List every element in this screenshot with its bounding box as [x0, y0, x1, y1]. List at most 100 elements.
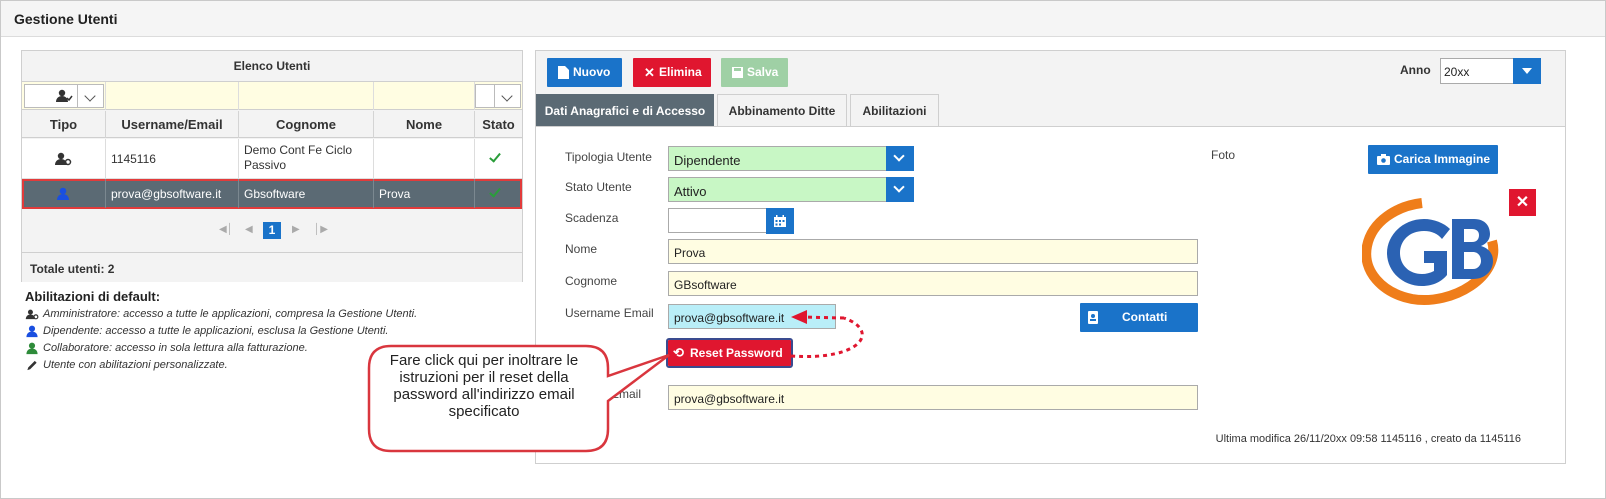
- new-file-icon: [558, 66, 569, 79]
- calendar-button[interactable]: [766, 208, 794, 234]
- nuovo-label: Nuovo: [573, 65, 611, 79]
- check-icon: [489, 150, 501, 163]
- row-nome-cell: [374, 139, 475, 178]
- row-stato-cell: [475, 139, 522, 178]
- gb-logo-image: [1362, 198, 1499, 305]
- table-header: Tipo Username/Email Cognome Nome Stato: [22, 111, 522, 138]
- foto-label: Foto: [1211, 148, 1236, 162]
- column-header-username[interactable]: Username/Email: [106, 111, 239, 138]
- table-row-selected[interactable]: prova@gbsoftware.it Gbsoftware Prova: [22, 179, 522, 209]
- next-page-icon[interactable]: ▶: [292, 224, 300, 235]
- tipologia-dropdown-button[interactable]: [886, 146, 914, 171]
- tab-abbinamento-ditte[interactable]: Abbinamento Ditte: [717, 94, 847, 126]
- cognome-input[interactable]: GBsoftware: [668, 271, 1198, 296]
- row-cognome-cell: Gbsoftware: [239, 179, 374, 208]
- totale-utenti: Totale utenti: 2: [30, 262, 115, 276]
- dependent-user-icon: [57, 187, 69, 200]
- row-cognome: Demo Cont Fe Ciclo Passivo: [244, 143, 353, 172]
- email-input[interactable]: prova@gbsoftware.it: [668, 385, 1198, 410]
- salva-label: Salva: [747, 65, 779, 79]
- row-username-cell: prova@gbsoftware.it: [106, 179, 239, 208]
- tipo-filter-select[interactable]: [24, 84, 104, 108]
- legend-text: Dipendente: accesso a tutte le applicazi…: [43, 325, 389, 337]
- user-list-panel: Elenco Utenti Tipo Username/Email Cognom…: [21, 50, 523, 282]
- tipologia-select[interactable]: Dipendente: [668, 146, 914, 171]
- stato-select[interactable]: Attivo: [668, 177, 914, 202]
- legend-item-dependent: Dipendente: accesso a tutte le applicazi…: [25, 323, 505, 340]
- column-header-tipo[interactable]: Tipo: [22, 111, 106, 138]
- row-nome: Prova: [379, 187, 411, 201]
- carica-immagine-button[interactable]: Carica Immagine: [1368, 145, 1498, 174]
- user-list-title: Elenco Utenti: [22, 51, 522, 82]
- tab-bar: Dati Anagrafici e di Accesso Abbinamento…: [536, 94, 1565, 126]
- tab-dati-anagrafici[interactable]: Dati Anagrafici e di Accesso: [536, 94, 714, 126]
- column-header-cognome[interactable]: Cognome: [239, 111, 374, 138]
- caret-down-icon: [1522, 68, 1532, 74]
- username-input[interactable]: prova@gbsoftware.it: [668, 304, 836, 329]
- stato-filter-select[interactable]: [475, 84, 521, 108]
- nome-input[interactable]: Prova: [668, 239, 1198, 264]
- chevron-down-icon: [893, 181, 905, 193]
- user-filter-icon: [56, 89, 73, 102]
- tipo-filter-dropdown[interactable]: [77, 85, 103, 107]
- username-filter-input[interactable]: [106, 82, 238, 110]
- cognome-filter-input[interactable]: [239, 82, 373, 110]
- pencil-icon: [27, 360, 37, 371]
- app-window: Gestione Utenti Elenco Utenti Tipo Usern…: [0, 0, 1606, 499]
- close-icon: ✕: [1515, 194, 1530, 211]
- stato-filter-dropdown[interactable]: [494, 85, 520, 107]
- salva-button[interactable]: Salva: [721, 58, 788, 87]
- totale-bar: Totale utenti: 2: [22, 252, 522, 282]
- toolbar: Nuovo ✕ Elimina Salva Anno 20xx: [536, 51, 1565, 93]
- reset-password-label: Reset Password: [690, 346, 783, 360]
- last-page-icon[interactable]: │▶: [314, 224, 328, 235]
- calendar-icon: [774, 215, 786, 227]
- nome-value: Prova: [674, 246, 706, 260]
- anno-value: 20xx: [1444, 65, 1470, 79]
- tab-abilitazioni[interactable]: Abilitazioni: [850, 94, 939, 126]
- scadenza-input[interactable]: [668, 208, 768, 233]
- legend-item-admin: Amministratore: accesso a tutte le appli…: [25, 306, 505, 323]
- email-label: Email: [611, 387, 642, 401]
- remove-image-button[interactable]: ✕: [1509, 189, 1536, 216]
- row-tipo-cell: [22, 179, 106, 208]
- nome-filter-input[interactable]: [374, 82, 474, 110]
- anno-dropdown-button[interactable]: [1513, 58, 1541, 84]
- nome-label: Nome: [565, 242, 598, 256]
- username-value: prova@gbsoftware.it: [674, 311, 785, 325]
- close-icon: ✕: [644, 65, 655, 80]
- collaborator-user-icon: [26, 342, 38, 355]
- pager-area: ◀│ ◀ 1 ▶ │▶: [22, 210, 522, 251]
- ultima-modifica-text: Ultima modifica 26/11/20xx 09:58 1145116…: [1215, 433, 1521, 445]
- anno-select[interactable]: 20xx: [1440, 58, 1541, 84]
- column-header-stato[interactable]: Stato: [475, 111, 522, 138]
- legend-text: Utente con abilitazioni personalizzate.: [43, 359, 228, 371]
- admin-user-icon: [25, 309, 39, 320]
- scadenza-label: Scadenza: [565, 211, 619, 225]
- filter-row: [22, 82, 522, 110]
- carica-immagine-label: Carica Immagine: [1394, 152, 1491, 166]
- table-row[interactable]: 1145116 Demo Cont Fe Ciclo Passivo: [22, 139, 522, 179]
- callout-text: Fare click qui per inoltrare le istruzio…: [389, 352, 579, 420]
- first-page-icon[interactable]: ◀│: [219, 224, 233, 235]
- check-icon: [489, 185, 501, 198]
- user-detail-panel: Nuovo ✕ Elimina Salva Anno 20xx Dati Ana…: [535, 50, 1566, 464]
- undo-icon: ⟲: [673, 345, 684, 360]
- current-page[interactable]: 1: [263, 222, 281, 239]
- row-username-cell: 1145116: [106, 139, 239, 178]
- admin-user-icon: [55, 152, 72, 166]
- stato-dropdown-button[interactable]: [886, 177, 914, 202]
- tipologia-value: Dipendente: [674, 153, 741, 168]
- email-value: prova@gbsoftware.it: [674, 392, 785, 406]
- stato-label: Stato Utente: [565, 180, 632, 194]
- contatti-button[interactable]: Contatti: [1080, 303, 1198, 332]
- elimina-button[interactable]: ✕ Elimina: [633, 58, 711, 87]
- chevron-down-icon: [84, 90, 96, 102]
- reset-password-button[interactable]: ⟲ Reset Password: [666, 338, 793, 368]
- row-username: 1145116: [111, 152, 156, 166]
- chevron-down-icon: [893, 150, 905, 162]
- column-header-nome[interactable]: Nome: [374, 111, 475, 138]
- nuovo-button[interactable]: Nuovo: [547, 58, 622, 87]
- username-label: Username Email: [565, 306, 654, 320]
- prev-page-icon[interactable]: ◀: [245, 224, 253, 235]
